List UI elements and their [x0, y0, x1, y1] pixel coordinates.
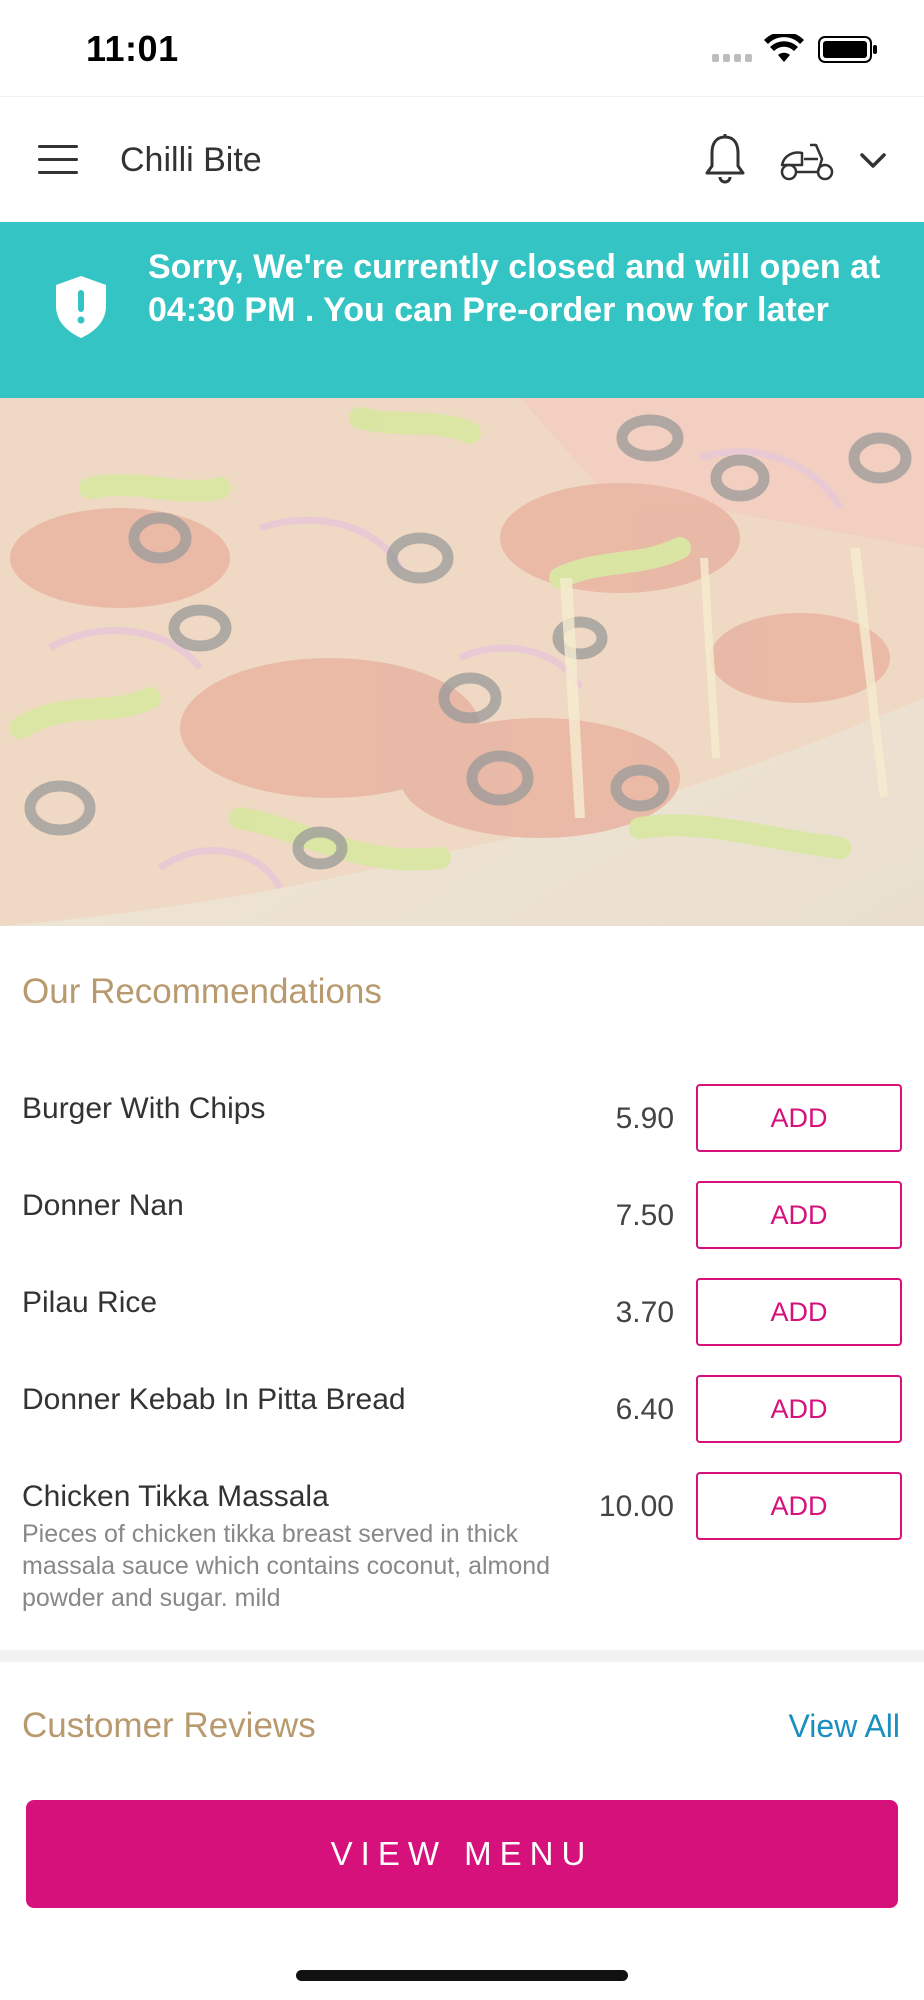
restaurant-title: Chilli Bite: [120, 141, 262, 179]
scooter-icon[interactable]: [778, 139, 836, 183]
pizza-illustration: [0, 398, 924, 926]
hero-image: [0, 398, 924, 926]
item-price: 7.50: [615, 1199, 674, 1232]
app-header: Chilli Bite: [0, 96, 924, 222]
item-price: 10.00: [598, 1490, 674, 1523]
recommendations-title: Our Recommendations: [22, 972, 382, 1011]
item-name: Donner Kebab In Pitta Bread: [22, 1383, 406, 1416]
item-price: 5.90: [615, 1102, 674, 1135]
view-menu-button[interactable]: VIEW MENU: [26, 1800, 898, 1908]
reviews-title: Customer Reviews: [22, 1706, 316, 1745]
bell-icon[interactable]: [702, 133, 748, 185]
section-divider: [0, 1650, 924, 1662]
status-time: 11:01: [86, 28, 179, 69]
chevron-down-icon[interactable]: [856, 145, 890, 177]
cellular-signal-icon: [712, 54, 752, 62]
status-bar: 11:01: [0, 0, 924, 96]
hamburger-menu-icon[interactable]: [38, 143, 82, 177]
add-button[interactable]: ADD: [696, 1181, 902, 1249]
battery-icon: [818, 36, 877, 63]
home-indicator[interactable]: [296, 1970, 628, 1981]
item-price: 3.70: [615, 1296, 674, 1329]
item-name: Donner Nan: [22, 1189, 184, 1222]
wifi-icon: [764, 34, 804, 62]
add-button[interactable]: ADD: [696, 1084, 902, 1152]
item-name: Chicken Tikka Massala: [22, 1480, 329, 1513]
view-all-link[interactable]: View All: [789, 1708, 900, 1745]
add-button[interactable]: ADD: [696, 1472, 902, 1540]
add-button[interactable]: ADD: [696, 1375, 902, 1443]
item-name: Burger With Chips: [22, 1092, 266, 1125]
shield-alert-icon: [56, 276, 106, 338]
closed-notice-text: Sorry, We're currently closed and will o…: [148, 248, 881, 329]
add-button[interactable]: ADD: [696, 1278, 902, 1346]
item-description: Pieces of chicken tikka breast served in…: [22, 1520, 551, 1612]
item-name: Pilau Rice: [22, 1286, 158, 1319]
closed-notice-banner: Sorry, We're currently closed and will o…: [0, 222, 924, 398]
item-price: 6.40: [615, 1393, 674, 1426]
